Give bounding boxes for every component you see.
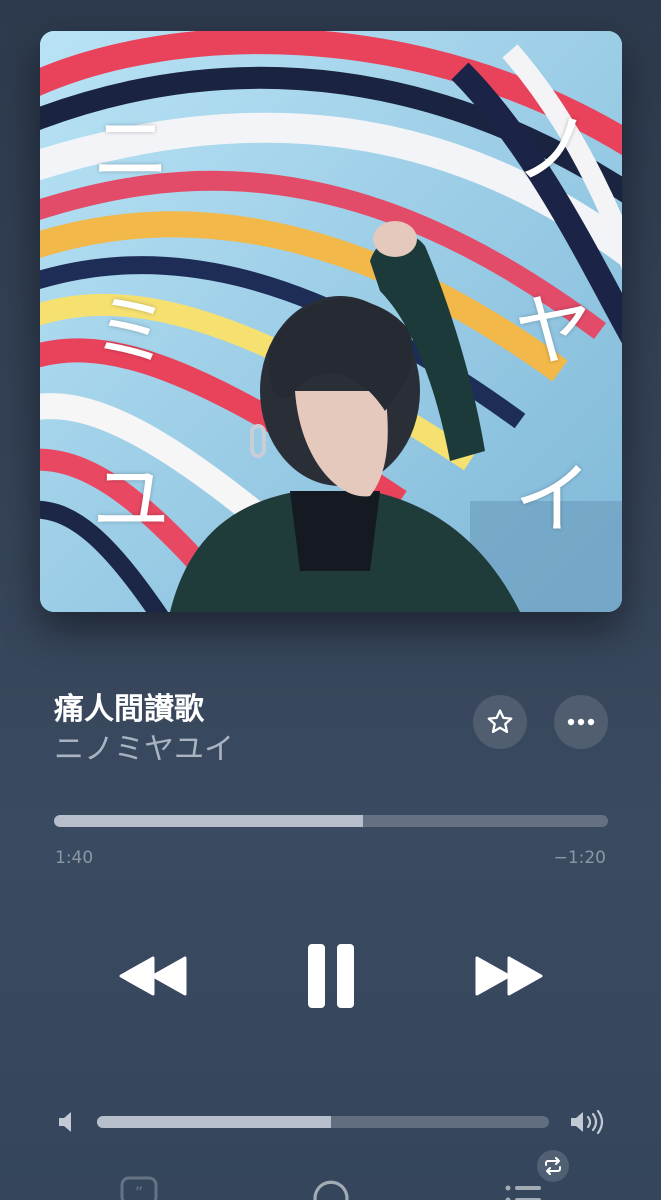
ellipsis-icon xyxy=(567,718,595,726)
track-artist[interactable]: ニノミヤユイ xyxy=(54,724,234,768)
album-letter: ミ xyxy=(92,287,171,377)
album-letter: ノ xyxy=(514,105,593,195)
pause-icon xyxy=(308,944,354,1008)
rewind-icon xyxy=(119,956,187,996)
track-title[interactable]: 痛人間讃歌 xyxy=(54,684,204,728)
star-icon xyxy=(487,709,513,733)
remaining-time: −1:20 xyxy=(553,848,606,868)
playback-scrubber[interactable] xyxy=(54,815,608,827)
rewind-button[interactable] xyxy=(112,950,192,1002)
repeat-button[interactable] xyxy=(537,1150,569,1182)
favorite-button[interactable] xyxy=(473,695,527,749)
pause-button[interactable] xyxy=(300,940,362,1012)
svg-text:”: ” xyxy=(135,1183,143,1200)
more-options-button[interactable] xyxy=(554,695,608,749)
album-artwork[interactable]: ニ ミ ユ ノ ヤ イ xyxy=(40,31,622,612)
playback-progress-fill xyxy=(54,815,364,827)
album-letter: ニ xyxy=(92,105,171,195)
volume-slider[interactable] xyxy=(97,1116,549,1128)
elapsed-time: 1:40 xyxy=(55,848,94,868)
repeat-icon xyxy=(545,1157,561,1175)
airplay-icon[interactable] xyxy=(311,1176,351,1200)
lyrics-icon[interactable]: ” xyxy=(120,1170,158,1200)
album-letter: ヤ xyxy=(514,287,593,377)
fast-forward-button[interactable] xyxy=(470,950,550,1002)
volume-low-icon xyxy=(59,1112,71,1132)
volume-level-fill xyxy=(97,1116,331,1128)
album-letter: イ xyxy=(514,455,593,545)
album-letter: ユ xyxy=(92,455,171,545)
volume-high-icon xyxy=(571,1109,604,1135)
fast-forward-icon xyxy=(475,956,543,996)
queue-icon[interactable] xyxy=(503,1176,543,1200)
